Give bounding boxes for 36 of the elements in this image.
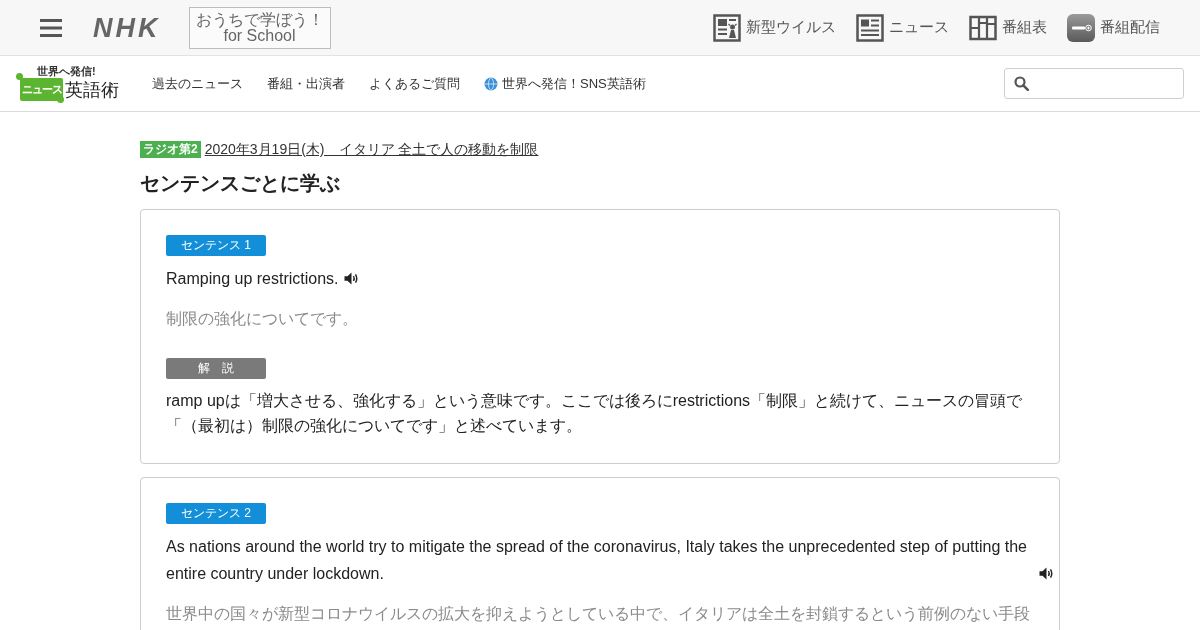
top-link[interactable]: ニュース — [856, 13, 949, 42]
nav-link[interactable]: よくあるご質問 — [369, 74, 460, 93]
dot-icon — [57, 95, 64, 103]
sentence-label: センテンス 2 — [166, 503, 266, 524]
search-field[interactable] — [1004, 68, 1184, 99]
sentence-label: センテンス 1 — [166, 235, 266, 256]
section-heading: センテンスごとに学ぶ — [140, 171, 341, 196]
timetable-icon — [969, 13, 997, 42]
logo-tagline: 世界へ発信! — [37, 64, 96, 78]
menu-icon[interactable] — [40, 18, 62, 37]
top-link[interactable]: 番組配信 — [1067, 13, 1160, 42]
translation-text: 世界中の国々が新型コロナウイルスの拡大を抑えようとしている中で、イタリアは全土を封鎖するという前例のない手段 — [166, 604, 1031, 624]
nav-link[interactable]: 世界へ発信！SNS英語術 — [484, 74, 646, 93]
newspaper-icon — [856, 13, 884, 42]
school-button[interactable]: おうちで学ぼう！ for School — [188, 6, 331, 49]
nav-link[interactable]: 過去のニュース — [152, 74, 243, 93]
explanation-label: 解 説 — [166, 358, 266, 379]
logo-badge: ニュース — [20, 77, 63, 101]
logo-title: 英語術 — [65, 78, 119, 102]
virus-bulletin-icon — [713, 13, 741, 42]
nav-link[interactable]: 番組・出演者 — [267, 74, 345, 93]
dot-icon — [16, 72, 23, 80]
globe-icon — [484, 76, 498, 91]
app-tile-icon — [1067, 13, 1095, 42]
english-sentence: Ramping up restrictions. — [166, 269, 339, 289]
episode-link[interactable]: 2020年3月19日(木) イタリア 全土で人の移動を制限 — [204, 140, 539, 158]
top-link[interactable]: 新型ウイルス — [713, 13, 836, 42]
speaker-icon[interactable] — [343, 272, 359, 285]
brand-logo[interactable]: NHK — [93, 12, 161, 43]
search-icon — [1014, 76, 1029, 91]
speaker-icon[interactable] — [1039, 567, 1054, 580]
radio-badge: ラジオ第2 — [140, 140, 201, 158]
translation-text: 制限の強化についてです。 — [166, 309, 359, 329]
explanation-text: ramp upは「増大させる、強化する」という意味です。ここでは後ろにrestrictions「制限」と続けて、ニュースの冒頭で「（最初は）制限の強化についてです」と述べています。 — [166, 391, 1024, 436]
english-sentence: As nations around the world try to mitigate the spread of the coronavirus, Italy takes the unprecedented step of putting the entire country under lockdown. — [166, 537, 1028, 584]
top-link[interactable]: 番組表 — [969, 13, 1047, 42]
